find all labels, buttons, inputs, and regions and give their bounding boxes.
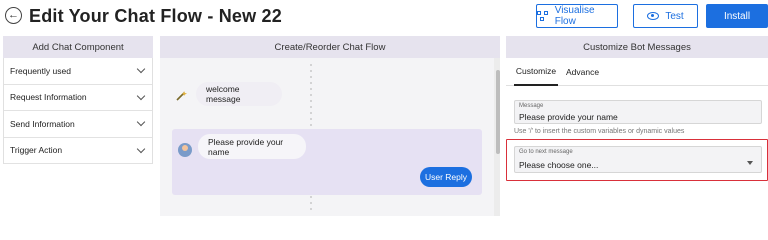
wand-icon bbox=[172, 87, 190, 105]
message-field-value: Please provide your name bbox=[519, 112, 618, 122]
left-panel-title: Add Chat Component bbox=[3, 36, 153, 58]
next-message-label: Go to next message bbox=[519, 149, 573, 155]
component-list: Frequently used Request Information Send… bbox=[3, 58, 153, 164]
tab-customize[interactable]: Customize bbox=[514, 58, 558, 86]
component-category-frequently-used[interactable]: Frequently used bbox=[4, 58, 152, 85]
mid-panel-title: Create/Reorder Chat Flow bbox=[160, 36, 500, 58]
chevron-down-icon bbox=[136, 118, 146, 127]
header: ← Edit Your Chat Flow - New 22 Visualise… bbox=[0, 0, 768, 34]
right-panel-title: Customize Bot Messages bbox=[506, 36, 768, 58]
message-field-label: Message bbox=[519, 103, 544, 109]
chevron-down-icon bbox=[136, 65, 146, 74]
chat-flow-panel: Create/Reorder Chat Flow welcome message… bbox=[160, 36, 500, 216]
install-button[interactable]: Install bbox=[706, 4, 768, 28]
variables-hint: Use '/' to insert the custom variables o… bbox=[514, 128, 685, 135]
back-arrow-icon[interactable]: ← bbox=[5, 7, 22, 24]
customize-panel: Customize Bot Messages Customize Advance… bbox=[506, 36, 768, 216]
flow-canvas: welcome message Please provide your name… bbox=[160, 58, 500, 216]
question-bubble[interactable]: Please provide your name bbox=[198, 134, 306, 159]
chevron-down-icon bbox=[136, 144, 146, 153]
user-reply-button[interactable]: User Reply bbox=[420, 167, 472, 187]
eye-icon bbox=[647, 12, 660, 20]
test-button[interactable]: Test bbox=[633, 4, 698, 28]
category-label: Trigger Action bbox=[10, 145, 63, 156]
visualise-flow-label: Visualise Flow bbox=[554, 5, 595, 27]
welcome-message-node[interactable]: welcome message bbox=[196, 82, 282, 106]
next-message-select[interactable]: Go to next message Please choose one... bbox=[514, 146, 762, 173]
chevron-down-icon bbox=[136, 91, 146, 100]
flow-icon bbox=[537, 11, 549, 21]
customize-tabs: Customize Advance bbox=[506, 58, 768, 86]
question-text: Please provide your name bbox=[208, 136, 284, 157]
component-category-trigger-action[interactable]: Trigger Action bbox=[4, 138, 152, 164]
next-message-value: Please choose one... bbox=[519, 160, 599, 170]
category-label: Request Information bbox=[10, 92, 87, 103]
canvas-scroll-thumb[interactable] bbox=[496, 70, 500, 154]
test-label: Test bbox=[665, 10, 684, 22]
category-label: Frequently used bbox=[10, 65, 71, 76]
message-field[interactable]: Message Please provide your name bbox=[514, 100, 762, 124]
tab-advance[interactable]: Advance bbox=[566, 58, 599, 86]
dropdown-caret-icon[interactable] bbox=[747, 161, 753, 165]
welcome-message-text: welcome message bbox=[206, 84, 241, 104]
visualise-flow-button[interactable]: Visualise Flow bbox=[536, 4, 618, 28]
component-category-send-information[interactable]: Send Information bbox=[4, 111, 152, 138]
category-label: Send Information bbox=[10, 118, 75, 129]
component-category-request-information[interactable]: Request Information bbox=[4, 85, 152, 111]
add-component-panel: Add Chat Component Frequently used Reque… bbox=[3, 36, 153, 216]
user-avatar-icon bbox=[176, 141, 194, 159]
page-title: Edit Your Chat Flow - New 22 bbox=[29, 6, 282, 26]
